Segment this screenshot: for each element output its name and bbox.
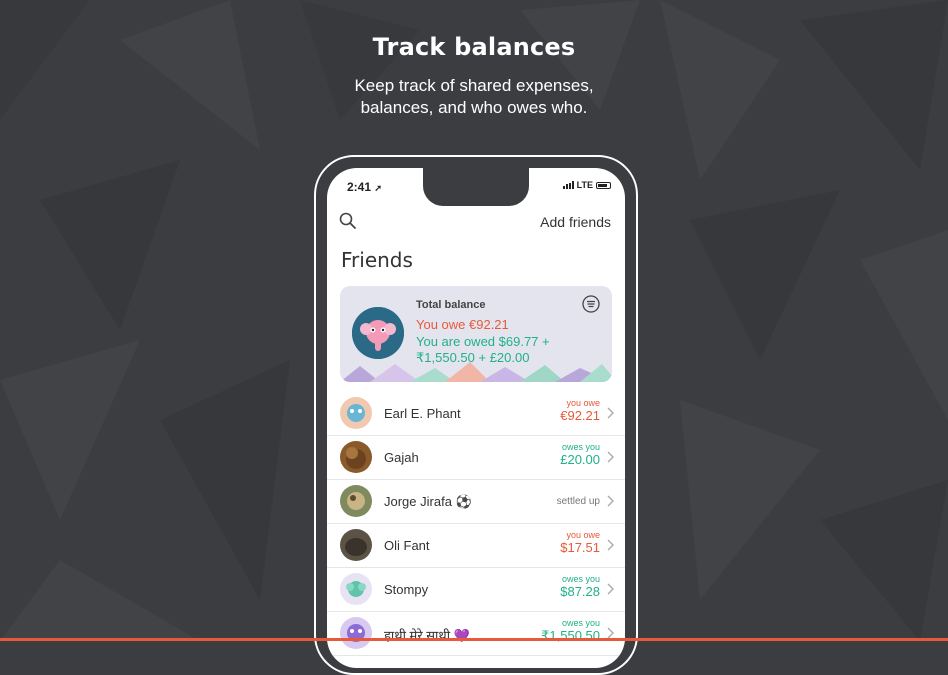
elephant-avatar-icon	[352, 307, 404, 359]
balance-label: owes you	[561, 618, 600, 628]
battery-icon	[596, 181, 611, 189]
friend-name: Oli Fant	[384, 538, 430, 553]
friend-avatar	[340, 485, 372, 517]
balance-amount: £20.00	[560, 452, 600, 467]
friend-name: Jorge Jirafa ⚽	[384, 494, 472, 509]
total-balance-label: Total balance	[416, 299, 486, 311]
friend-row[interactable]: Earl E. Phant you owe €92.21	[327, 392, 625, 436]
balance-amount: €92.21	[560, 408, 600, 423]
photo-avatar-icon	[340, 441, 372, 473]
balance-label: owes you	[561, 574, 600, 584]
friend-name: Earl E. Phant	[384, 406, 461, 421]
status-indicators: LTE	[562, 180, 611, 190]
balance-label: settled up	[556, 496, 600, 507]
friend-row[interactable]: हाथी मेरे साथी 💜 owes you ₹1,550.50	[327, 612, 625, 656]
friend-row[interactable]: Gajah owes you £20.00	[327, 436, 625, 480]
friend-avatar	[340, 441, 372, 473]
friend-row[interactable]: Stompy owes you $87.28	[327, 568, 625, 612]
balance-label: you owe	[566, 398, 600, 408]
network-label: LTE	[576, 180, 593, 190]
friends-list: Earl E. Phant you owe €92.21 Gajah owes …	[327, 392, 625, 656]
you-owe-total: You owe €92.21	[416, 317, 509, 332]
friend-balance: owes you £20.00	[560, 442, 600, 468]
total-balance-card: Total balance You owe €92.21 You are owe…	[340, 286, 612, 382]
hero-subtitle-line-1: Keep track of shared expenses,	[354, 76, 594, 95]
user-avatar	[352, 307, 404, 359]
phone-screen: 2:41 ➚ LTE Add friends Friends Total bal…	[327, 168, 625, 668]
chevron-right-icon	[607, 539, 614, 551]
photo-avatar-icon	[340, 529, 372, 561]
page-title: Friends	[341, 248, 413, 272]
location-arrow-icon: ➚	[374, 183, 382, 193]
balance-amount: $87.28	[560, 584, 600, 599]
friend-name: Gajah	[384, 450, 419, 465]
friend-row[interactable]: Oli Fant you owe $17.51	[327, 524, 625, 568]
chevron-right-icon	[607, 583, 614, 595]
status-time: 2:41 ➚	[347, 180, 382, 194]
balance-label: you owe	[566, 530, 600, 540]
balance-label: owes you	[561, 442, 600, 452]
elephant-avatar-icon	[340, 573, 372, 605]
friend-name: हाथी मेरे साथी 💜	[384, 628, 470, 643]
hero-subtitle-line-2: balances, and who owes who.	[360, 98, 588, 117]
chevron-right-icon	[607, 407, 614, 419]
chevron-right-icon	[607, 451, 614, 463]
phone-notch	[423, 168, 529, 206]
filter-menu-icon[interactable]	[582, 295, 600, 313]
friend-avatar	[340, 529, 372, 561]
friend-balance: settled up	[557, 496, 600, 507]
friend-avatar	[340, 397, 372, 429]
friend-balance: owes you $87.28	[560, 574, 600, 600]
search-icon[interactable]	[339, 212, 357, 230]
photo-avatar-icon	[340, 485, 372, 517]
status-time-text: 2:41	[347, 180, 372, 194]
friend-row[interactable]: Jorge Jirafa ⚽ settled up	[327, 480, 625, 524]
you-are-owed-line-1: You are owed $69.77 +	[416, 334, 550, 349]
add-friends-button[interactable]: Add friends	[540, 214, 611, 230]
friend-balance: you owe $17.51	[560, 530, 600, 556]
signal-icon	[562, 181, 574, 189]
friend-balance: you owe €92.21	[560, 398, 600, 424]
balance-amount: $17.51	[560, 540, 600, 555]
card-decoration	[340, 362, 612, 382]
hero-title: Track balances	[372, 33, 576, 61]
balance-amount: ₹1,550.50	[541, 628, 600, 643]
hero-subtitle: Keep track of shared expenses, balances,…	[0, 75, 948, 119]
chevron-right-icon	[607, 495, 614, 507]
friend-avatar	[340, 617, 372, 649]
friend-avatar	[340, 573, 372, 605]
elephant-avatar-icon	[340, 617, 372, 649]
elephant-avatar-icon	[340, 397, 372, 429]
friend-name: Stompy	[384, 582, 429, 597]
